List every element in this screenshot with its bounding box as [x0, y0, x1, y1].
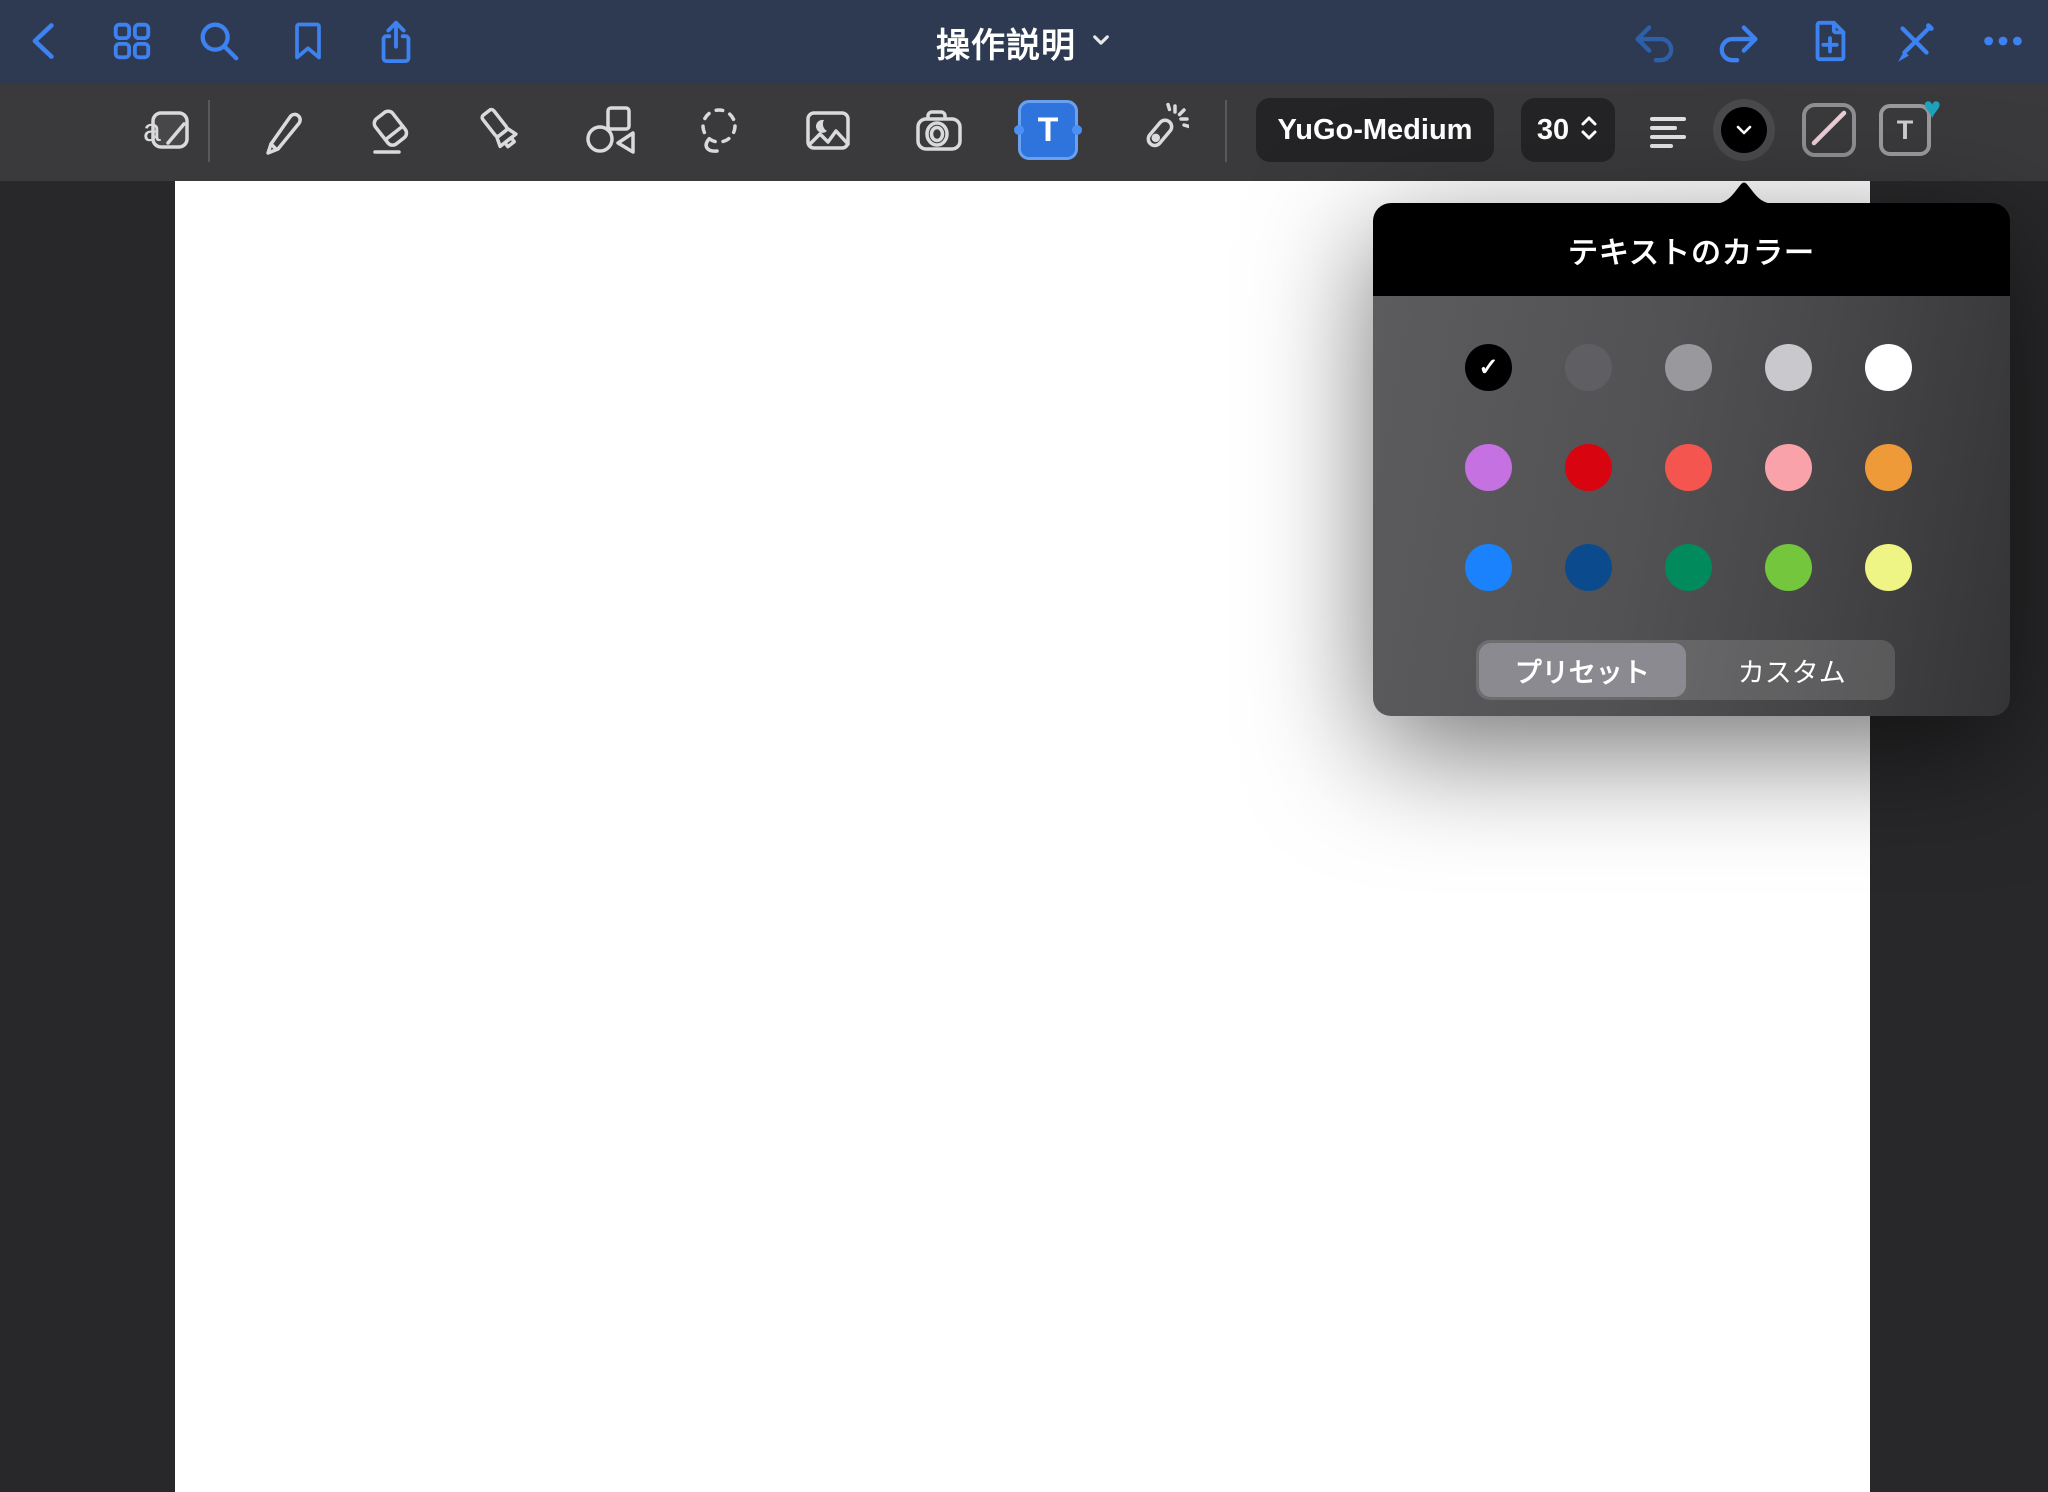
eraser-icon: [363, 102, 419, 158]
readonly-toggle-button[interactable]: [1891, 17, 1939, 65]
top-navigation-bar: 操作説明: [0, 0, 2048, 84]
color-swatch-gray[interactable]: [1665, 344, 1712, 391]
current-color-swatch: [1721, 107, 1767, 153]
text-style-glyph: T: [1897, 115, 1914, 146]
laser-pointer-icon: [1133, 102, 1189, 158]
tab-preset[interactable]: プリセット: [1479, 643, 1686, 697]
stepper-chevrons-icon: [1579, 115, 1599, 146]
color-swatch-grid: ✓: [1465, 344, 1912, 591]
bookmark-button[interactable]: [284, 17, 332, 65]
toolbar-divider: [1225, 100, 1227, 162]
image-tool-button[interactable]: [800, 102, 856, 158]
share-icon: [373, 18, 419, 64]
popover-body: ✓ プリセット カスタム: [1373, 296, 2010, 716]
search-icon: [196, 18, 242, 64]
goodnotes-app: 操作説明: [0, 0, 2048, 1492]
laser-pointer-tool-button[interactable]: [1133, 102, 1189, 158]
text-color-button[interactable]: [1713, 99, 1775, 161]
text-style-favorite-button[interactable]: T ♥: [1879, 104, 1931, 156]
preset-custom-segmented-control: プリセット カスタム: [1476, 640, 1895, 700]
text-outline-button[interactable]: [1802, 103, 1856, 157]
color-swatch-green[interactable]: [1665, 544, 1712, 591]
document-title-button[interactable]: 操作説明: [936, 0, 1112, 84]
popover-header: テキストのカラー: [1373, 203, 2010, 296]
highlighter-tool-button[interactable]: [472, 102, 528, 158]
color-swatch-light-green[interactable]: [1765, 544, 1812, 591]
lasso-tool-button[interactable]: [691, 102, 747, 158]
toolbar-divider: [208, 100, 210, 162]
camera-tool-button[interactable]: [911, 102, 967, 158]
image-icon: [800, 102, 856, 158]
page-thumbnails-button[interactable]: [108, 17, 156, 65]
color-swatch-orange[interactable]: [1865, 444, 1912, 491]
text-align-button[interactable]: [1642, 102, 1690, 158]
font-size-value: 30: [1537, 114, 1569, 147]
redo-button[interactable]: [1716, 17, 1764, 65]
heart-icon: ♥: [1923, 92, 1941, 126]
back-chevron-icon: [23, 19, 67, 63]
scribble-page-icon: a: [139, 102, 195, 158]
color-swatch-black[interactable]: ✓: [1465, 344, 1512, 391]
align-left-icon: [1642, 106, 1690, 154]
add-page-button[interactable]: [1806, 17, 1854, 65]
undo-button[interactable]: [1629, 17, 1677, 65]
pen-tool-button[interactable]: [251, 102, 307, 158]
font-name-label: YuGo-Medium: [1278, 114, 1473, 147]
selection-handle-icon: [1072, 125, 1082, 135]
camera-icon: [911, 102, 967, 158]
color-swatch-white[interactable]: [1865, 344, 1912, 391]
svg-text:a: a: [143, 112, 161, 148]
grid-icon: [109, 18, 155, 64]
font-button[interactable]: YuGo-Medium: [1256, 98, 1494, 162]
chevron-down-icon: [1736, 124, 1752, 136]
popover-title: テキストのカラー: [1568, 228, 1815, 272]
shapes-tool-button[interactable]: [582, 102, 638, 158]
tool-bar: a: [0, 84, 2048, 181]
handwriting-panel-button[interactable]: a: [139, 102, 195, 158]
ellipsis-icon: [1980, 18, 2026, 64]
color-swatch-blue[interactable]: [1465, 544, 1512, 591]
back-button[interactable]: [21, 17, 69, 65]
page-title: 操作説明: [936, 18, 1076, 67]
color-swatch-pink[interactable]: [1765, 444, 1812, 491]
more-button[interactable]: [1979, 17, 2027, 65]
undo-icon: [1630, 18, 1676, 64]
lasso-icon: [691, 102, 747, 158]
color-swatch-navy[interactable]: [1565, 544, 1612, 591]
add-page-icon: [1807, 18, 1853, 64]
tab-custom[interactable]: カスタム: [1689, 640, 1896, 700]
chevron-down-icon: [1090, 30, 1112, 55]
color-swatch-dark-gray[interactable]: [1565, 344, 1612, 391]
color-swatch-red[interactable]: [1565, 444, 1612, 491]
color-swatch-light-gray[interactable]: [1765, 344, 1812, 391]
shapes-icon: [582, 102, 638, 158]
share-button[interactable]: [372, 17, 420, 65]
color-swatch-coral[interactable]: [1665, 444, 1712, 491]
search-button[interactable]: [195, 17, 243, 65]
color-swatch-yellow[interactable]: [1865, 544, 1912, 591]
pen-icon: [251, 102, 307, 158]
redo-icon: [1717, 18, 1763, 64]
selection-handle-icon: [1014, 125, 1024, 135]
bookmark-icon: [286, 19, 330, 63]
diagonal-stroke-icon: [1806, 105, 1852, 156]
eraser-tool-button[interactable]: [363, 102, 419, 158]
text-tool-glyph: T: [1038, 111, 1059, 150]
highlighter-icon: [472, 102, 528, 158]
font-size-stepper[interactable]: 30: [1521, 98, 1615, 162]
color-swatch-purple[interactable]: [1465, 444, 1512, 491]
pen-slash-icon: [1892, 18, 1938, 64]
text-tool-button-selected[interactable]: T: [1018, 100, 1078, 160]
